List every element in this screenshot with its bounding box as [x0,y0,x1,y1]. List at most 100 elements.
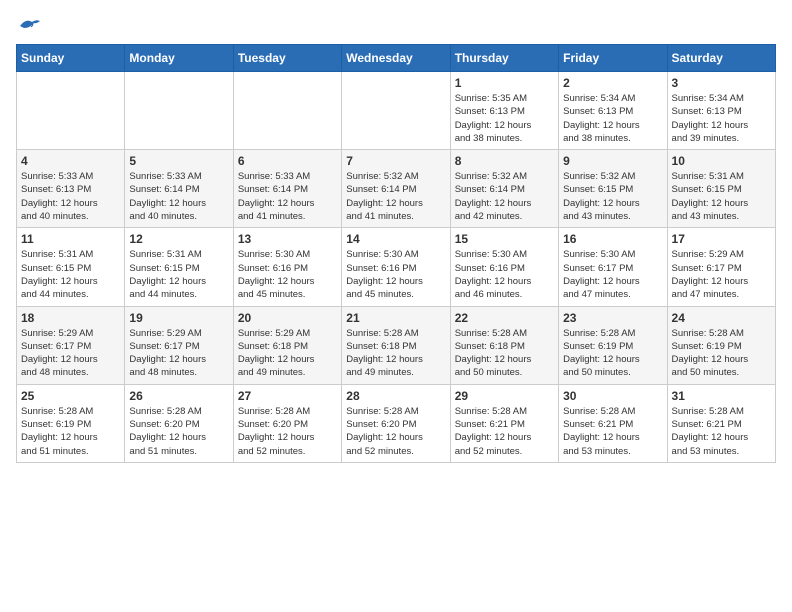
day-cell-3: 3 Sunrise: 5:34 AM Sunset: 6:13 PM Daylig… [667,72,775,150]
weekday-header-monday: Monday [125,45,233,72]
day-info: Sunrise: 5:28 AM Sunset: 6:18 PM Dayligh… [455,327,554,380]
calendar-table: SundayMondayTuesdayWednesdayThursdayFrid… [16,44,776,463]
day-info: Sunrise: 5:29 AM Sunset: 6:17 PM Dayligh… [672,248,771,301]
day-number: 2 [563,76,662,90]
weekday-header-friday: Friday [559,45,667,72]
day-number: 18 [21,311,120,325]
day-cell-13: 13 Sunrise: 5:30 AM Sunset: 6:16 PM Dayli… [233,228,341,306]
day-number: 4 [21,154,120,168]
day-number: 28 [346,389,445,403]
day-cell-2: 2Sunrise: 5:34 AM Sunset: 6:13 PM Daylig… [559,72,667,150]
day-info: Sunrise: 5:28 AM Sunset: 6:19 PM Dayligh… [672,327,771,380]
day-number: 16 [563,232,662,246]
day-number: 3 [672,76,771,90]
empty-cell [125,72,233,150]
day-number: 26 [129,389,228,403]
day-info: Sunrise: 5:28 AM Sunset: 6:21 PM Dayligh… [672,405,771,458]
day-number: 25 [21,389,120,403]
day-number: 27 [238,389,337,403]
day-info: Sunrise: 5:31 AM Sunset: 6:15 PM Dayligh… [129,248,228,301]
day-cell-8: 8 Sunrise: 5:32 AM Sunset: 6:14 PM Daylig… [450,150,558,228]
day-info: Sunrise: 5:30 AM Sunset: 6:17 PM Dayligh… [563,248,662,301]
week-row-3: 11 Sunrise: 5:31 AM Sunset: 6:15 PM Dayli… [17,228,776,306]
day-info: Sunrise: 5:35 AM Sunset: 6:13 PM Dayligh… [455,92,554,145]
day-info: Sunrise: 5:28 AM Sunset: 6:20 PM Dayligh… [238,405,337,458]
day-cell-14: 14 Sunrise: 5:30 AM Sunset: 6:16 PM Dayli… [342,228,450,306]
day-number: 20 [238,311,337,325]
day-cell-23: 23 Sunrise: 5:28 AM Sunset: 6:19 PM Dayli… [559,306,667,384]
day-number: 19 [129,311,228,325]
day-number: 17 [672,232,771,246]
day-info: Sunrise: 5:30 AM Sunset: 6:16 PM Dayligh… [238,248,337,301]
empty-cell [342,72,450,150]
day-number: 29 [455,389,554,403]
day-info: Sunrise: 5:29 AM Sunset: 6:17 PM Dayligh… [21,327,120,380]
day-info: Sunrise: 5:33 AM Sunset: 6:14 PM Dayligh… [129,170,228,223]
day-number: 1 [455,76,554,90]
day-number: 10 [672,154,771,168]
day-cell-30: 30Sunrise: 5:28 AM Sunset: 6:21 PM Dayli… [559,384,667,462]
day-number: 8 [455,154,554,168]
weekday-header-wednesday: Wednesday [342,45,450,72]
day-number: 7 [346,154,445,168]
weekday-header-row: SundayMondayTuesdayWednesdayThursdayFrid… [17,45,776,72]
day-cell-12: 12 Sunrise: 5:31 AM Sunset: 6:15 PM Dayli… [125,228,233,306]
day-cell-21: 21 Sunrise: 5:28 AM Sunset: 6:18 PM Dayli… [342,306,450,384]
empty-cell [233,72,341,150]
day-number: 11 [21,232,120,246]
day-cell-28: 28 Sunrise: 5:28 AM Sunset: 6:20 PM Dayli… [342,384,450,462]
day-cell-17: 17 Sunrise: 5:29 AM Sunset: 6:17 PM Dayli… [667,228,775,306]
day-cell-27: 27 Sunrise: 5:28 AM Sunset: 6:20 PM Dayli… [233,384,341,462]
day-number: 6 [238,154,337,168]
empty-cell [17,72,125,150]
weekday-header-tuesday: Tuesday [233,45,341,72]
day-number: 31 [672,389,771,403]
day-info: Sunrise: 5:34 AM Sunset: 6:13 PM Dayligh… [672,92,771,145]
day-info: Sunrise: 5:31 AM Sunset: 6:15 PM Dayligh… [672,170,771,223]
weekday-header-thursday: Thursday [450,45,558,72]
day-info: Sunrise: 5:28 AM Sunset: 6:18 PM Dayligh… [346,327,445,380]
day-info: Sunrise: 5:30 AM Sunset: 6:16 PM Dayligh… [346,248,445,301]
day-cell-9: 9 Sunrise: 5:32 AM Sunset: 6:15 PM Daylig… [559,150,667,228]
day-info: Sunrise: 5:28 AM Sunset: 6:20 PM Dayligh… [346,405,445,458]
day-cell-16: 16 Sunrise: 5:30 AM Sunset: 6:17 PM Dayli… [559,228,667,306]
day-number: 22 [455,311,554,325]
day-info: Sunrise: 5:32 AM Sunset: 6:14 PM Dayligh… [455,170,554,223]
day-number: 15 [455,232,554,246]
week-row-4: 18 Sunrise: 5:29 AM Sunset: 6:17 PM Dayli… [17,306,776,384]
day-cell-31: 31 Sunrise: 5:28 AM Sunset: 6:21 PM Dayli… [667,384,775,462]
day-number: 14 [346,232,445,246]
day-cell-1: 1 Sunrise: 5:35 AM Sunset: 6:13 PM Daylig… [450,72,558,150]
day-number: 9 [563,154,662,168]
day-cell-11: 11 Sunrise: 5:31 AM Sunset: 6:15 PM Dayli… [17,228,125,306]
day-cell-19: 19Sunrise: 5:29 AM Sunset: 6:17 PM Dayli… [125,306,233,384]
day-number: 5 [129,154,228,168]
day-info: Sunrise: 5:28 AM Sunset: 6:19 PM Dayligh… [563,327,662,380]
day-info: Sunrise: 5:32 AM Sunset: 6:14 PM Dayligh… [346,170,445,223]
day-info: Sunrise: 5:33 AM Sunset: 6:14 PM Dayligh… [238,170,337,223]
day-info: Sunrise: 5:28 AM Sunset: 6:20 PM Dayligh… [129,405,228,458]
logo-bird-icon [18,16,40,34]
logo [16,16,40,34]
day-cell-24: 24 Sunrise: 5:28 AM Sunset: 6:19 PM Dayli… [667,306,775,384]
day-number: 13 [238,232,337,246]
day-info: Sunrise: 5:29 AM Sunset: 6:18 PM Dayligh… [238,327,337,380]
day-cell-22: 22 Sunrise: 5:28 AM Sunset: 6:18 PM Dayli… [450,306,558,384]
day-cell-4: 4 Sunrise: 5:33 AM Sunset: 6:13 PM Daylig… [17,150,125,228]
day-cell-15: 15Sunrise: 5:30 AM Sunset: 6:16 PM Dayli… [450,228,558,306]
day-number: 12 [129,232,228,246]
weekday-header-sunday: Sunday [17,45,125,72]
day-number: 23 [563,311,662,325]
day-cell-25: 25Sunrise: 5:28 AM Sunset: 6:19 PM Dayli… [17,384,125,462]
day-info: Sunrise: 5:28 AM Sunset: 6:21 PM Dayligh… [455,405,554,458]
page-header [16,16,776,34]
day-cell-29: 29 Sunrise: 5:28 AM Sunset: 6:21 PM Dayli… [450,384,558,462]
day-cell-5: 5 Sunrise: 5:33 AM Sunset: 6:14 PM Daylig… [125,150,233,228]
day-number: 24 [672,311,771,325]
day-info: Sunrise: 5:33 AM Sunset: 6:13 PM Dayligh… [21,170,120,223]
day-cell-6: 6 Sunrise: 5:33 AM Sunset: 6:14 PM Daylig… [233,150,341,228]
day-number: 21 [346,311,445,325]
week-row-5: 25Sunrise: 5:28 AM Sunset: 6:19 PM Dayli… [17,384,776,462]
day-info: Sunrise: 5:32 AM Sunset: 6:15 PM Dayligh… [563,170,662,223]
day-info: Sunrise: 5:31 AM Sunset: 6:15 PM Dayligh… [21,248,120,301]
